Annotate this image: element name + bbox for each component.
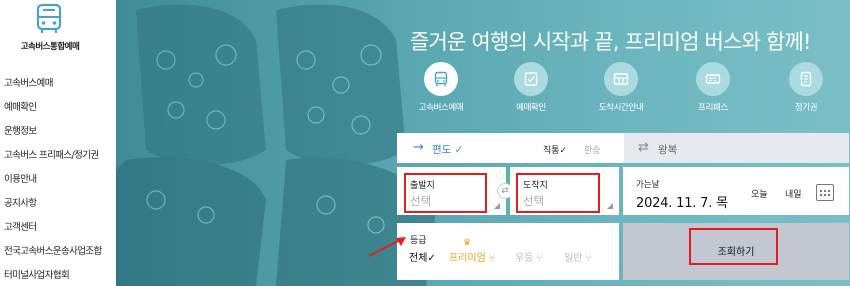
sidebar-item-booking-check[interactable]: 예매확인 [0,96,116,120]
seat-icon: ⑂ [585,253,592,264]
sidebar: 고속버스통합예매 고속버스예매 예매확인 운행정보 고속버스 프리패스/정기권 … [0,0,116,286]
pass-card-icon [800,71,812,87]
swap-arrows-icon: ⇄ [638,140,649,155]
one-way-label: 편도 ✓ [432,144,464,156]
sidebar-item-freepass[interactable]: 고속버스 프리패스/정기권 [0,144,116,168]
bus-logo-icon [36,3,62,33]
red-arrow-annotation [368,237,406,257]
today-button[interactable]: 오늘 [751,187,768,200]
quick-menu: 고속버스예매 예매확인 도착시간안내 프리패스 정기권 [401,62,846,118]
date-field[interactable]: 가는날 2024. 11. 7. 목 오늘 내일 [623,167,849,215]
date-label: 가는날 [636,180,660,190]
trip-type-bar: → 편도 ✓ 직통✓ 환승 ⇄ 왕복 [397,133,849,163]
grade-label: 등급 [410,236,427,246]
menu-label: 도착시간안내 [598,103,644,113]
menu-bus-booking[interactable]: 고속버스예매 [401,62,481,113]
menu-arrival-time[interactable]: 도착시간안내 [581,62,661,113]
seat-icon: ⑂ [489,253,495,264]
grade-field: 등급 전체✓ ♛ 프리미엄 ⑂ 우등 ⑂ 일반 ⑂ [397,223,619,280]
corner-indicator-icon [607,203,613,209]
transfer-route-option[interactable]: 환승 [584,143,601,156]
sidebar-item-terminal-association[interactable]: 터미널사업자협회 [0,264,116,286]
schedule-icon [613,73,629,85]
grade-option-general[interactable]: 일반 ⑂ [564,249,592,264]
seat-icon: ⑂ [536,253,543,264]
sidebar-item-bus-association[interactable]: 전국고속버스운송사업조합 [0,240,116,264]
corner-indicator-icon [494,203,500,209]
calendar-icon[interactable] [816,184,834,201]
grade-option-premium-label: 프리미엄 [449,253,486,264]
sidebar-item-bus-booking[interactable]: 고속버스예매 [0,72,116,96]
date-value: 2024. 11. 7. 목 [636,196,728,211]
direct-route-option[interactable]: 직통✓ [543,143,567,156]
highlight-search-button [689,228,778,265]
right-arrow-icon: → [413,140,424,155]
grade-option-premium[interactable]: ♛ 프리미엄 ⑂ [449,238,495,264]
crown-icon: ♛ [463,238,472,248]
check-document-icon [524,72,538,86]
grade-option-deluxe-label: 우등 [515,253,534,264]
round-trip-label: 왕복 [658,144,678,156]
sidebar-item-customer-center[interactable]: 고객센터 [0,216,116,240]
grade-option-all[interactable]: 전체✓ [409,249,436,264]
tab-round-trip[interactable]: ⇄ 왕복 [624,133,849,163]
highlight-arrival [516,173,600,213]
bus-icon [434,71,448,86]
highlight-departure [404,173,487,213]
menu-booking-check[interactable]: 예매확인 [491,62,571,113]
menu-freepass[interactable]: 프리패스 [673,62,753,113]
menu-label: 프리패스 [698,103,728,113]
grade-option-general-label: 일반 [564,253,583,264]
ticket-icon [705,74,721,84]
menu-label: 정기권 [794,103,818,113]
sidebar-item-service-info[interactable]: 운행정보 [0,120,116,144]
tomorrow-button[interactable]: 내일 [785,187,802,200]
menu-label: 예매확인 [516,103,546,113]
page: 고속버스통합예매 고속버스예매 예매확인 운행정보 고속버스 프리패스/정기권 … [0,0,850,286]
logo[interactable]: 고속버스통합예매 [0,0,116,62]
grade-option-deluxe[interactable]: 우등 ⑂ [515,249,543,264]
sidebar-item-guide[interactable]: 이용안내 [0,168,116,192]
menu-label: 고속버스예매 [418,103,464,113]
logo-text: 고속버스통합예매 [20,42,80,52]
sidebar-item-notices[interactable]: 공지사항 [0,192,116,216]
sidebar-nav: 고속버스예매 예매확인 운행정보 고속버스 프리패스/정기권 이용안내 공지사항… [0,72,116,286]
menu-season-pass[interactable]: 정기권 [766,62,846,113]
hero-headline: 즐거운 여행의 시작과 끝, 프리미엄 버스와 함께! [410,30,811,54]
